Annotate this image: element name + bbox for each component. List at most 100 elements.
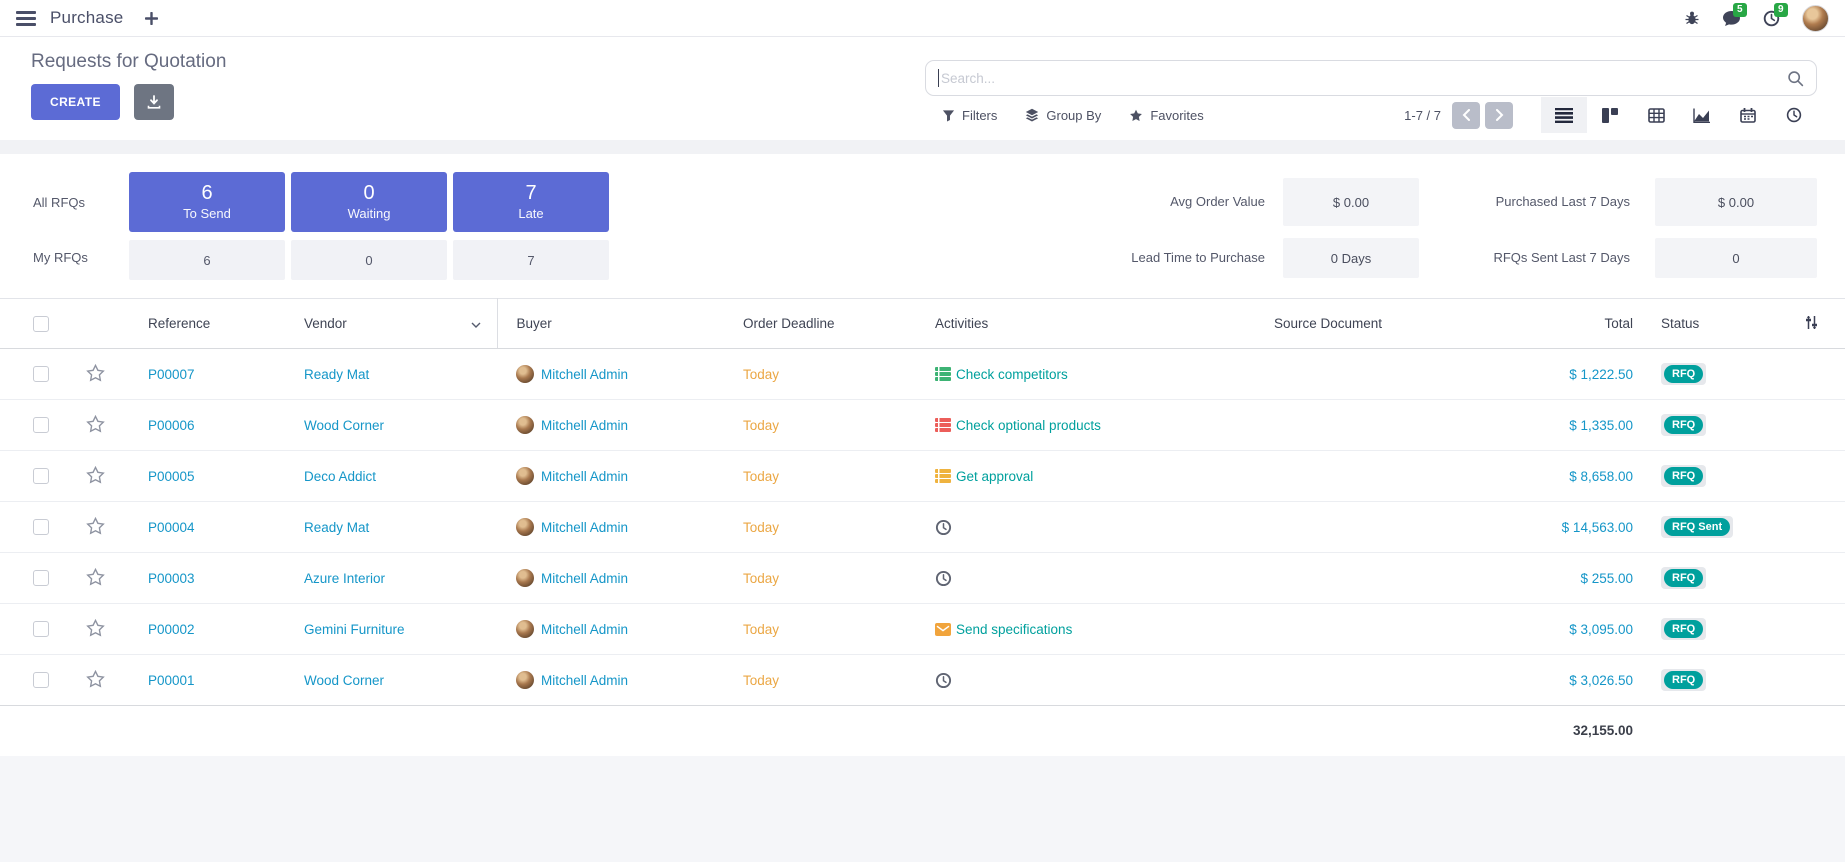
- favorite-star-icon[interactable]: [86, 619, 105, 637]
- vendor-link[interactable]: Ready Mat: [304, 367, 369, 382]
- source-document-cell[interactable]: [1257, 400, 1447, 451]
- select-all-checkbox[interactable]: [33, 316, 49, 332]
- vendor-link[interactable]: Ready Mat: [304, 520, 369, 535]
- my-to-send-cell[interactable]: 6: [129, 240, 285, 280]
- pager-range[interactable]: 1-7 / 7: [1404, 108, 1441, 123]
- reference-link[interactable]: P00004: [148, 520, 195, 535]
- messages-icon[interactable]: 5: [1722, 10, 1741, 27]
- search-icon[interactable]: [1787, 70, 1804, 87]
- reference-link[interactable]: P00005: [148, 469, 195, 484]
- header-vendor[interactable]: Vendor: [280, 299, 497, 349]
- optional-columns-button[interactable]: [1733, 299, 1845, 349]
- source-document-cell[interactable]: [1257, 604, 1447, 655]
- header-source-document[interactable]: Source Document: [1257, 299, 1447, 349]
- order-deadline[interactable]: Today: [743, 622, 779, 637]
- table-row[interactable]: P00006 Wood Corner Mitchell Admin Today …: [0, 400, 1845, 451]
- debug-bug-icon[interactable]: [1684, 10, 1700, 26]
- row-checkbox[interactable]: [33, 621, 49, 637]
- total-amount[interactable]: $ 1,222.50: [1569, 367, 1633, 382]
- total-amount[interactable]: $ 3,026.50: [1569, 673, 1633, 688]
- activity-view-button[interactable]: [1771, 97, 1817, 133]
- total-amount[interactable]: $ 14,563.00: [1562, 520, 1633, 535]
- create-button[interactable]: CREATE: [31, 84, 120, 120]
- source-document-cell[interactable]: [1257, 349, 1447, 400]
- plus-icon[interactable]: [145, 12, 158, 25]
- apps-menu-icon[interactable]: [16, 11, 36, 26]
- search-input[interactable]: [941, 71, 1787, 86]
- vendor-link[interactable]: Deco Addict: [304, 469, 376, 484]
- reference-link[interactable]: P00007: [148, 367, 195, 382]
- header-activities[interactable]: Activities: [927, 299, 1257, 349]
- row-checkbox[interactable]: [33, 366, 49, 382]
- source-document-cell[interactable]: [1257, 451, 1447, 502]
- list-view-button[interactable]: [1541, 97, 1587, 133]
- header-total[interactable]: Total: [1447, 299, 1633, 349]
- table-row[interactable]: P00007 Ready Mat Mitchell Admin Today Ch…: [0, 349, 1845, 400]
- activity-mail-icon: [935, 623, 951, 636]
- table-row[interactable]: P00004 Ready Mat Mitchell Admin Today $ …: [0, 502, 1845, 553]
- source-document-cell[interactable]: [1257, 502, 1447, 553]
- total-amount[interactable]: $ 1,335.00: [1569, 418, 1633, 433]
- my-late-cell[interactable]: 7: [453, 240, 609, 280]
- stat-waiting-button[interactable]: 0Waiting: [291, 172, 447, 232]
- vendor-link[interactable]: Gemini Furniture: [304, 622, 405, 637]
- row-checkbox[interactable]: [33, 672, 49, 688]
- calendar-view-button[interactable]: [1725, 97, 1771, 133]
- row-checkbox[interactable]: [33, 417, 49, 433]
- reference-link[interactable]: P00003: [148, 571, 195, 586]
- export-download-button[interactable]: [134, 84, 174, 120]
- favorite-star-icon[interactable]: [86, 568, 105, 586]
- source-document-cell[interactable]: [1257, 553, 1447, 604]
- order-deadline[interactable]: Today: [743, 571, 779, 586]
- source-document-cell[interactable]: [1257, 655, 1447, 706]
- pivot-view-button[interactable]: [1633, 97, 1679, 133]
- activities-clock-icon[interactable]: 9: [1763, 10, 1780, 27]
- favorite-star-icon[interactable]: [86, 415, 105, 433]
- app-title[interactable]: Purchase: [50, 8, 123, 28]
- table-row[interactable]: P00001 Wood Corner Mitchell Admin Today …: [0, 655, 1845, 706]
- reference-link[interactable]: P00002: [148, 622, 195, 637]
- order-deadline[interactable]: Today: [743, 520, 779, 535]
- stat-to-send-button[interactable]: 6To Send: [129, 172, 285, 232]
- favorites-button[interactable]: Favorites: [1115, 108, 1217, 123]
- vendor-link[interactable]: Azure Interior: [304, 571, 385, 586]
- text-cursor: [938, 69, 939, 87]
- status-badge: RFQ: [1661, 363, 1706, 385]
- header-order-deadline[interactable]: Order Deadline: [720, 299, 927, 349]
- order-deadline[interactable]: Today: [743, 418, 779, 433]
- order-deadline[interactable]: Today: [743, 367, 779, 382]
- favorite-star-icon[interactable]: [86, 364, 105, 382]
- favorite-star-icon[interactable]: [86, 670, 105, 688]
- reference-link[interactable]: P00001: [148, 673, 195, 688]
- order-deadline[interactable]: Today: [743, 469, 779, 484]
- favorite-star-icon[interactable]: [86, 466, 105, 484]
- order-deadline[interactable]: Today: [743, 673, 779, 688]
- row-checkbox[interactable]: [33, 519, 49, 535]
- kanban-view-button[interactable]: [1587, 97, 1633, 133]
- reference-link[interactable]: P00006: [148, 418, 195, 433]
- total-amount[interactable]: $ 3,095.00: [1569, 622, 1633, 637]
- header-status[interactable]: Status: [1633, 299, 1733, 349]
- vendor-link[interactable]: Wood Corner: [304, 673, 384, 688]
- header-reference[interactable]: Reference: [120, 299, 280, 349]
- navbar-systray: 5 9: [1684, 5, 1829, 32]
- header-buyer[interactable]: Buyer: [497, 299, 720, 349]
- table-row[interactable]: P00002 Gemini Furniture Mitchell Admin T…: [0, 604, 1845, 655]
- my-waiting-cell[interactable]: 0: [291, 240, 447, 280]
- pager-previous-button[interactable]: [1452, 102, 1480, 129]
- group-by-button[interactable]: Group By: [1011, 108, 1115, 123]
- sliders-icon: [1804, 315, 1819, 330]
- total-amount[interactable]: $ 8,658.00: [1569, 469, 1633, 484]
- favorite-star-icon[interactable]: [86, 517, 105, 535]
- total-amount[interactable]: $ 255.00: [1580, 571, 1633, 586]
- table-row[interactable]: P00003 Azure Interior Mitchell Admin Tod…: [0, 553, 1845, 604]
- graph-view-button[interactable]: [1679, 97, 1725, 133]
- table-row[interactable]: P00005 Deco Addict Mitchell Admin Today …: [0, 451, 1845, 502]
- pager-next-button[interactable]: [1485, 102, 1513, 129]
- user-avatar[interactable]: [1802, 5, 1829, 32]
- stat-late-button[interactable]: 7Late: [453, 172, 609, 232]
- vendor-link[interactable]: Wood Corner: [304, 418, 384, 433]
- row-checkbox[interactable]: [33, 468, 49, 484]
- row-checkbox[interactable]: [33, 570, 49, 586]
- filters-button[interactable]: Filters: [925, 108, 1011, 123]
